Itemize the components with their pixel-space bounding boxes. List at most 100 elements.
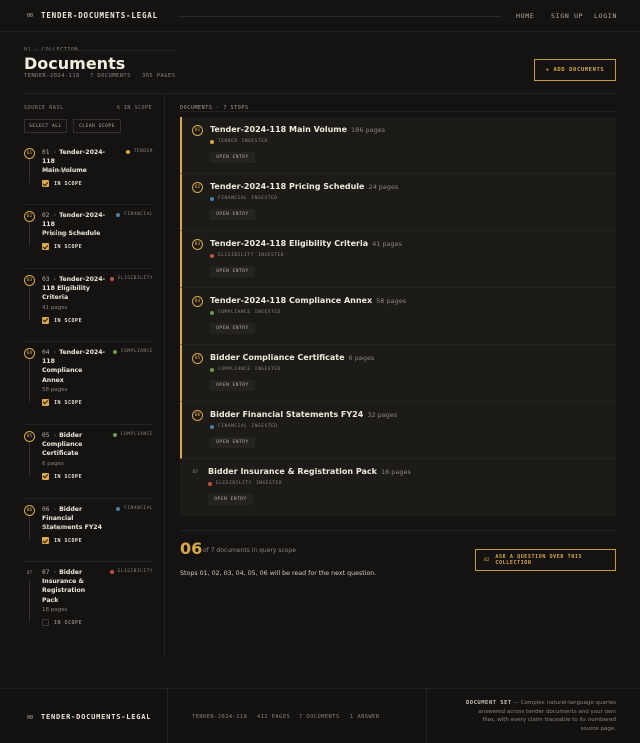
rail-divider	[24, 498, 153, 499]
document-category: FINANCIAL	[218, 424, 248, 429]
document-index: 05	[192, 353, 203, 364]
footer: 00 TENDER-DOCUMENTS-LEGAL TENDER-2024-11…	[0, 688, 640, 743]
rail-item-index: 03	[24, 275, 35, 286]
rail-item-title[interactable]: 05 · Bidder Compliance Certificate	[42, 431, 114, 459]
scope-checkbox[interactable]	[42, 618, 49, 626]
rail-item-index: 07	[24, 568, 35, 579]
scope-checkbox-label: IN SCOPE	[54, 317, 83, 324]
rail-item-number: 06 ·	[42, 506, 57, 513]
rail-divider	[24, 204, 153, 205]
clear-scope-button[interactable]: CLEAR SCOPE	[73, 119, 121, 133]
rail-item-title-line: Registration	[42, 587, 86, 595]
nav-signup-link[interactable]: SIGN UP	[551, 12, 583, 20]
document-row[interactable]: 02 Tender-2024-118 Pricing Schedule 24 pag…	[180, 174, 616, 231]
category-dot-icon	[112, 349, 117, 354]
document-title[interactable]: Tender-2024-118 Main Volume 186 pages	[210, 125, 385, 134]
rail-item[interactable]: 06 06 · Bidder Financial Statements FY24 FI…	[24, 505, 153, 562]
rail-item-title[interactable]: 03 · Tender-2024- 118 Eligibility Criteria	[42, 275, 114, 303]
scope-checkbox[interactable]	[42, 180, 49, 188]
rail-item[interactable]: 04 04 · Tender-2024- 118 Compliance Annex COM…	[24, 348, 153, 425]
document-category: ELIGIBILITY	[216, 481, 252, 486]
scope-checkbox[interactable]	[42, 398, 49, 406]
document-row[interactable]: 06 Bidder Financial Statements FY24 32 pag…	[180, 402, 616, 459]
add-documents-button[interactable]: + ADD DOCUMENTS	[534, 59, 616, 81]
category-dot-icon	[210, 367, 214, 372]
document-title-text: Bidder Compliance Certificate	[210, 353, 345, 362]
document-status: INGESTED	[251, 196, 278, 201]
brand-name[interactable]: TENDER-DOCUMENTS-LEGAL	[41, 11, 158, 20]
rail-item-pages: 186 pages	[42, 168, 71, 175]
document-index: 02	[192, 182, 203, 193]
rail-item-title[interactable]: 04 · Tender-2024- 118 Compliance Annex	[42, 348, 114, 385]
rail-item-pages: 24 pages	[42, 231, 68, 238]
document-index: 04	[192, 296, 203, 307]
category-dot-icon	[210, 424, 214, 429]
document-tags: FINANCIAL INGESTED	[210, 424, 278, 429]
rail-item[interactable]: 07 07 · Bidder Insurance & Registration Pack…	[24, 568, 153, 631]
rail-item-title[interactable]: 07 · Bidder Insurance & Registration Pack	[42, 568, 114, 605]
rail-item[interactable]: 05 05 · Bidder Compliance Certificate COMPLI…	[24, 431, 153, 499]
document-tags: COMPLIANCE INGESTED	[210, 310, 281, 315]
scope-count-label: of 7 documents in query scope	[203, 547, 296, 554]
open-entry-button[interactable]: OPEN ENTRY	[208, 494, 253, 505]
scope-note: Stops 01, 02, 03, 04, 05, 06 will be rea…	[180, 570, 377, 577]
document-row[interactable]: 01 Tender-2024-118 Main Volume 186 pages TE…	[180, 117, 616, 174]
document-title[interactable]: Tender-2024-118 Pricing Schedule 24 pages	[210, 182, 398, 191]
footer-brand-name[interactable]: TENDER-DOCUMENTS-LEGAL	[41, 713, 151, 721]
page-title: Documents	[24, 54, 126, 73]
rail-item-index: 04	[24, 348, 35, 359]
document-pages: 58 pages	[376, 297, 407, 305]
rail-item[interactable]: 02 02 · Tender-2024-118 Pricing Schedule FI…	[24, 211, 153, 269]
category-dot-icon	[112, 432, 117, 437]
document-status: INGESTED	[257, 253, 285, 258]
document-count: 7 DOCUMENTS	[90, 73, 131, 79]
rail-item-number: 05 ·	[42, 432, 57, 439]
rail-item-category-label: ELIGIBILITY	[117, 276, 153, 281]
document-row[interactable]: 04 Tender-2024-118 Compliance Annex 58 pag…	[180, 288, 616, 345]
open-entry-button[interactable]: OPEN ENTRY	[210, 209, 255, 220]
rail-item[interactable]: 01 01 · Tender-2024-118 Main Volume TENDER 1…	[24, 148, 153, 205]
rail-item-title-line: Pack	[42, 596, 59, 604]
scope-checkbox-label: IN SCOPE	[54, 619, 83, 626]
rail-item-category: TENDER	[125, 149, 153, 154]
ask-question-button[interactable]: 02 ASK A QUESTION OVER THIS COLLECTION	[475, 549, 616, 571]
document-status: INGESTED	[241, 139, 268, 144]
open-entry-button[interactable]: OPEN ENTRY	[210, 323, 255, 334]
open-entry-button[interactable]: OPEN ENTRY	[210, 437, 255, 448]
document-index: 03	[192, 239, 203, 250]
scope-checkbox[interactable]	[42, 316, 49, 324]
document-row[interactable]: 03 Tender-2024-118 Eligibility Criteria 41…	[180, 231, 616, 288]
document-title[interactable]: Tender-2024-118 Eligibility Criteria 41 p…	[210, 239, 402, 248]
document-pages: 186 pages	[351, 126, 386, 134]
ask-button-index: 02	[484, 557, 490, 563]
rail-item-category-label: TENDER	[133, 149, 153, 154]
document-title[interactable]: Bidder Insurance & Registration Pack 18 p…	[208, 467, 411, 476]
document-pages: 6 pages	[348, 354, 375, 362]
open-entry-button[interactable]: OPEN ENTRY	[210, 380, 255, 391]
rail-item[interactable]: 03 03 · Tender-2024- 118 Eligibility Criter…	[24, 275, 153, 342]
document-title-text: Bidder Financial Statements FY24	[210, 410, 364, 419]
nav-home-link[interactable]: HOME	[516, 12, 534, 20]
scope-checkbox[interactable]	[42, 243, 49, 251]
document-row[interactable]: 05 Bidder Compliance Certificate 6 pages CO…	[180, 345, 616, 402]
rail-item-title-line: Criteria	[42, 294, 69, 302]
document-title[interactable]: Bidder Financial Statements FY24 32 pages	[210, 410, 397, 419]
brand-index: 00	[26, 13, 34, 19]
document-row[interactable]: 07 Bidder Insurance & Registration Pack 18…	[180, 459, 616, 516]
rail-item-category: ELIGIBILITY	[109, 276, 153, 281]
document-title[interactable]: Tender-2024-118 Compliance Annex 58 pages	[210, 296, 406, 305]
scope-checkbox[interactable]	[42, 537, 49, 545]
rail-item-category: COMPLIANCE	[112, 349, 153, 354]
rail-divider	[24, 268, 153, 269]
ask-button-label: ASK A QUESTION OVER THIS COLLECTION	[495, 553, 583, 567]
footer-answer-count: 1 ANSWER	[350, 714, 380, 720]
category-dot-icon	[210, 139, 214, 144]
select-all-button[interactable]: SELECT ALL	[24, 119, 67, 133]
document-title[interactable]: Bidder Compliance Certificate 6 pages	[210, 353, 374, 362]
collection-id: TENDER-2024-118	[24, 73, 80, 79]
scope-checkbox[interactable]	[42, 472, 49, 480]
open-entry-button[interactable]: OPEN ENTRY	[210, 152, 255, 163]
document-pages: 32 pages	[367, 411, 398, 419]
nav-login-link[interactable]: LOGIN	[594, 12, 617, 20]
open-entry-button[interactable]: OPEN ENTRY	[210, 266, 255, 277]
